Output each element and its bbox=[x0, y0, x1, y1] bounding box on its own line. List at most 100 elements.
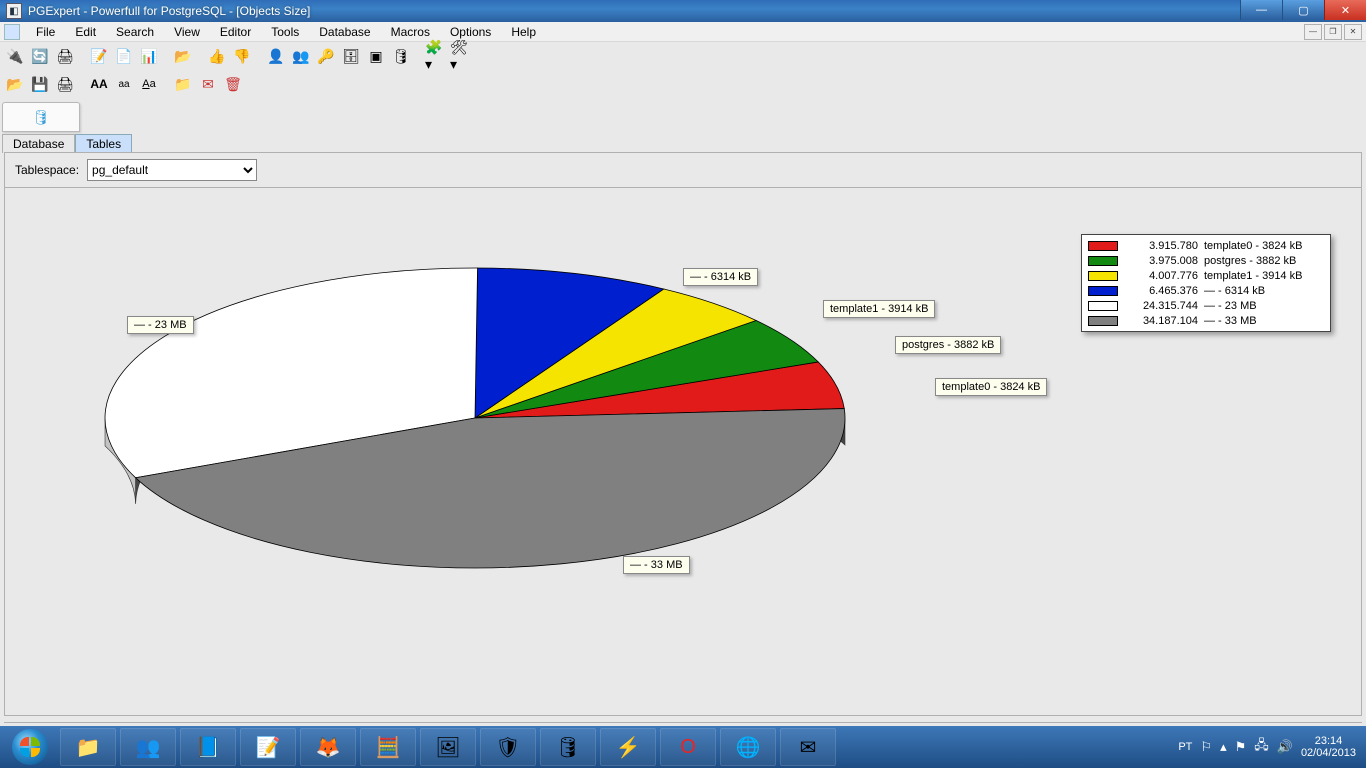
legend-row: 24.315.744— - 23 MB bbox=[1088, 298, 1324, 313]
menu-search[interactable]: Search bbox=[106, 23, 164, 41]
menu-view[interactable]: View bbox=[164, 23, 210, 41]
taskbar-thunderbird-icon[interactable]: ✉ bbox=[780, 728, 836, 766]
menu-edit[interactable]: Edit bbox=[65, 23, 106, 41]
clear-icon[interactable]: 🗑 bbox=[222, 73, 244, 95]
legend-label: — - 6314 kB bbox=[1204, 285, 1324, 297]
database-icon[interactable]: 🛢 bbox=[390, 45, 412, 67]
legend-bytes: 4.007.776 bbox=[1124, 270, 1198, 282]
taskbar-editor-icon[interactable]: 📘 bbox=[180, 728, 236, 766]
tray-network-icon[interactable]: 🖧 bbox=[1254, 736, 1269, 758]
taskbar-image-icon[interactable]: 🖼 bbox=[420, 728, 476, 766]
new-sql-icon[interactable]: 📝 bbox=[88, 45, 110, 67]
filter-row: Tablespace: pg_default bbox=[5, 153, 1361, 187]
groups-icon[interactable]: 👥 bbox=[290, 45, 312, 67]
taskbar-opera-icon[interactable]: O bbox=[660, 728, 716, 766]
slice-label-db5: — - 23 MB bbox=[127, 316, 194, 334]
legend-label: postgres - 3882 kB bbox=[1204, 255, 1324, 267]
content-panel: Tablespace: pg_default template0 - 3824 … bbox=[4, 152, 1362, 716]
tablespace-select[interactable]: pg_default bbox=[87, 159, 257, 181]
legend-label: — - 23 MB bbox=[1204, 300, 1324, 312]
tray-volume-icon[interactable]: 🔊 bbox=[1277, 739, 1293, 755]
commit-icon[interactable]: 👍 bbox=[206, 45, 228, 67]
window-maximize-button[interactable]: ▢ bbox=[1282, 0, 1324, 20]
slice-label-db6: — - 33 MB bbox=[623, 556, 690, 574]
delete-mail-icon[interactable]: ✉ bbox=[197, 73, 219, 95]
slice-label-template1: template1 - 3914 kB bbox=[823, 300, 935, 318]
legend-swatch bbox=[1088, 286, 1118, 296]
chart-legend: 3.915.780template0 - 3824 kB 3.975.008 po… bbox=[1081, 234, 1331, 332]
font-smaller-icon[interactable]: aa bbox=[113, 73, 135, 95]
font-bigger-icon[interactable]: AA bbox=[88, 73, 110, 95]
legend-row: 4.007.776template1 - 3914 kB bbox=[1088, 268, 1324, 283]
window-title: PGExpert - Powerfull for PostgreSQL - [O… bbox=[28, 4, 310, 18]
legend-swatch bbox=[1088, 241, 1118, 251]
tab-database[interactable]: Database bbox=[2, 134, 75, 153]
window-close-button[interactable]: ✕ bbox=[1324, 0, 1366, 20]
slice-label-template0: template0 - 3824 kB bbox=[935, 378, 1047, 396]
schema-icon[interactable]: ▣ bbox=[365, 45, 387, 67]
legend-bytes: 3.975.008 bbox=[1124, 255, 1198, 267]
grants-icon[interactable]: 🔑 bbox=[315, 45, 337, 67]
slice-label-postgres: postgres - 3882 kB bbox=[895, 336, 1001, 354]
start-button[interactable] bbox=[4, 728, 56, 766]
tray-chevron-icon[interactable]: ▴ bbox=[1220, 739, 1227, 755]
tools-dropdown-icon[interactable]: 🛠▾ bbox=[449, 45, 471, 67]
window-minimize-button[interactable]: — bbox=[1240, 0, 1282, 20]
menu-file[interactable]: File bbox=[26, 23, 65, 41]
windows-logo-icon bbox=[12, 729, 48, 765]
tray-language[interactable]: PT bbox=[1178, 741, 1192, 753]
taskbar-pgexpert-icon[interactable]: 🛢 bbox=[540, 728, 596, 766]
legend-label: — - 33 MB bbox=[1204, 315, 1324, 327]
new-connection-icon[interactable]: 🔌 bbox=[4, 45, 26, 67]
open-file-icon[interactable]: 📂 bbox=[4, 73, 26, 95]
mdi-minimize-button[interactable]: — bbox=[1304, 24, 1322, 40]
taskbar-messenger-icon[interactable]: 👥 bbox=[120, 728, 176, 766]
print-icon-2[interactable]: 🖨 bbox=[54, 73, 76, 95]
database-connection-icon: 🛢 bbox=[33, 107, 49, 127]
rollback-icon[interactable]: 👎 bbox=[231, 45, 253, 67]
legend-swatch bbox=[1088, 256, 1118, 266]
users-icon[interactable]: 👤 bbox=[265, 45, 287, 67]
tab-tables[interactable]: Tables bbox=[75, 134, 132, 153]
legend-swatch bbox=[1088, 301, 1118, 311]
mdi-restore-button[interactable]: ❐ bbox=[1324, 24, 1342, 40]
pie-chart-svg bbox=[85, 228, 985, 648]
connection-bar: 🛢 bbox=[0, 98, 1366, 132]
menu-macros[interactable]: Macros bbox=[381, 23, 440, 41]
menu-options[interactable]: Options bbox=[440, 23, 501, 41]
print-icon[interactable]: 🖨 bbox=[54, 45, 76, 67]
legend-swatch bbox=[1088, 271, 1118, 281]
legend-label: template0 - 3824 kB bbox=[1204, 240, 1324, 252]
taskbar-firefox-icon[interactable]: 🦊 bbox=[300, 728, 356, 766]
legend-row: 34.187.104— - 33 MB bbox=[1088, 313, 1324, 328]
menu-bar: File Edit Search View Editor Tools Datab… bbox=[0, 22, 1366, 42]
taskbar-delphi-icon[interactable]: 🛡 bbox=[480, 728, 536, 766]
taskbar-notepad-icon[interactable]: 📝 bbox=[240, 728, 296, 766]
legend-row: 3.975.008 postgres - 3882 kB bbox=[1088, 253, 1324, 268]
menu-editor[interactable]: Editor bbox=[210, 23, 261, 41]
tray-flag-icon[interactable]: ⚑ bbox=[1235, 739, 1247, 755]
legend-row: 3.915.780template0 - 3824 kB bbox=[1088, 238, 1324, 253]
taskbar-calc-icon[interactable]: 🧮 bbox=[360, 728, 416, 766]
connection-chip[interactable]: 🛢 bbox=[2, 102, 80, 132]
extensions-dropdown-icon[interactable]: 🧩▾ bbox=[424, 45, 446, 67]
tablespace-icon[interactable]: 🗄 bbox=[340, 45, 362, 67]
refresh-icon[interactable]: 🔄 bbox=[29, 45, 51, 67]
save-icon[interactable]: 💾 bbox=[29, 73, 51, 95]
folder-icon[interactable]: 📁 bbox=[172, 73, 194, 95]
mdi-close-button[interactable]: ✕ bbox=[1344, 24, 1362, 40]
taskbar-explorer-icon[interactable]: 📁 bbox=[60, 728, 116, 766]
menu-help[interactable]: Help bbox=[501, 23, 546, 41]
font-case-icon[interactable]: Aa bbox=[138, 73, 160, 95]
toolbar-main: 🔌 🔄 🖨 📝 📄 📊 📂 👍 👎 👤 👥 🔑 🗄 ▣ 🛢 🧩▾ 🛠▾ bbox=[0, 42, 1366, 70]
menu-tools[interactable]: Tools bbox=[261, 23, 309, 41]
sql-editor-icon[interactable]: 📄 bbox=[113, 45, 135, 67]
table-editor-icon[interactable]: 📊 bbox=[138, 45, 160, 67]
menu-database[interactable]: Database bbox=[309, 23, 380, 41]
taskbar-chrome-icon[interactable]: 🌐 bbox=[720, 728, 776, 766]
tray-action-center-icon[interactable]: ⚐ bbox=[1200, 739, 1212, 755]
pie-chart: template0 - 3824 kB postgres - 3882 kB t… bbox=[5, 187, 1361, 715]
open-folder-icon[interactable]: 📂 bbox=[172, 45, 194, 67]
tray-clock[interactable]: 23:14 02/04/2013 bbox=[1301, 735, 1356, 759]
taskbar-winamp-icon[interactable]: ⚡ bbox=[600, 728, 656, 766]
